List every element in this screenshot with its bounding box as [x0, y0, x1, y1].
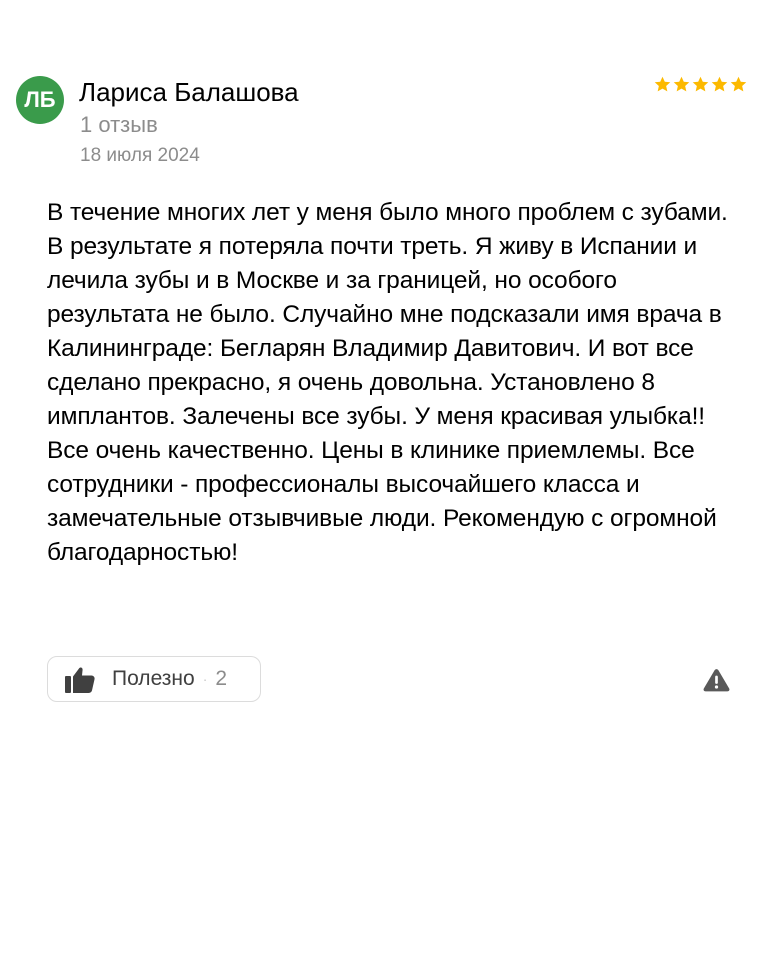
- star-icon: [673, 76, 690, 92]
- helpful-count: 2: [215, 667, 228, 690]
- thumbs-up-icon: [65, 667, 95, 693]
- review-card: ЛБ Лариса Балашова 1 отзыв 18 июля 2024 …: [0, 0, 768, 960]
- star-icon: [730, 76, 747, 92]
- review-text: В течение многих лет у меня было много п…: [47, 199, 728, 566]
- warning-icon[interactable]: [703, 668, 730, 692]
- star-icon: [692, 76, 709, 92]
- author-reviews-count: 1 отзыв: [80, 112, 158, 137]
- helpful-separator: ·: [202, 671, 208, 687]
- avatar-initials: ЛБ: [24, 87, 56, 112]
- author-name[interactable]: Лариса Балашова: [79, 76, 299, 108]
- star-icon: [711, 76, 728, 92]
- helpful-button[interactable]: Полезно · 2: [47, 656, 261, 702]
- star-rating: [653, 75, 748, 94]
- avatar[interactable]: ЛБ: [16, 76, 64, 124]
- helpful-label: Полезно: [112, 667, 195, 690]
- star-icon: [654, 76, 671, 92]
- review-date: 18 июля 2024: [80, 145, 200, 166]
